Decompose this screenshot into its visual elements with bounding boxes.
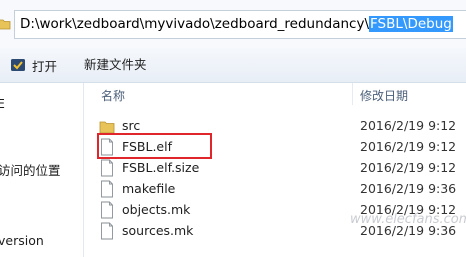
address-bar: D:\work\zedboard\myvivado\zedboard_redun… — [0, 0, 466, 49]
navigation-pane: E 访问的位置 version — [0, 83, 84, 257]
nav-item-recent-places[interactable]: 访问的位置 — [0, 160, 61, 179]
file-name: makefile — [122, 181, 176, 196]
file-icon — [101, 222, 113, 240]
file-date: 2016/2/19 9:12 — [360, 118, 457, 133]
toolbar: 打开 新建文件夹 — [0, 48, 466, 83]
nav-item-1[interactable]: E — [0, 96, 5, 111]
column-date-header[interactable]: 修改日期 — [360, 87, 408, 104]
watermark: www.elecfans.com — [350, 212, 466, 227]
file-date: 2016/2/19 9:36 — [360, 181, 457, 196]
file-date: 2016/2/19 9:12 — [360, 139, 457, 154]
open-button[interactable]: 打开 — [10, 55, 57, 75]
file-icon — [101, 180, 113, 198]
folder-icon — [0, 19, 11, 30]
file-name: FSBL.elf.size — [122, 160, 200, 175]
file-name: objects.mk — [122, 202, 191, 217]
address-path-prefix: D:\work\zedboard\myvivado\zedboard_redun… — [20, 16, 370, 32]
file-name: src — [122, 118, 141, 133]
file-list: 名称 修改日期 src 2016/2/19 9:12 FSBL.elf 2016… — [84, 83, 466, 257]
list-item[interactable]: FSBL.elf.size 2016/2/19 9:12 — [84, 157, 466, 178]
open-label: 打开 — [32, 58, 58, 74]
file-icon — [101, 159, 113, 177]
column-header: 名称 修改日期 — [84, 83, 466, 105]
file-date: 2016/2/19 9:12 — [360, 160, 457, 175]
open-icon — [11, 59, 25, 71]
address-field[interactable]: D:\work\zedboard\myvivado\zedboard_redun… — [14, 10, 466, 39]
address-path-selected: FSBL\Debug — [369, 16, 453, 32]
file-icon — [101, 201, 113, 219]
address-path[interactable]: D:\work\zedboard\myvivado\zedboard_redun… — [20, 15, 453, 34]
column-name-header[interactable]: 名称 — [101, 87, 125, 104]
file-name: sources.mk — [122, 223, 194, 238]
list-item[interactable]: makefile 2016/2/19 9:36 — [84, 178, 466, 199]
new-folder-button[interactable]: 新建文件夹 — [84, 55, 147, 75]
column-separator[interactable] — [352, 83, 353, 105]
highlight-box — [97, 133, 212, 159]
nav-item-version[interactable]: version — [0, 233, 44, 248]
